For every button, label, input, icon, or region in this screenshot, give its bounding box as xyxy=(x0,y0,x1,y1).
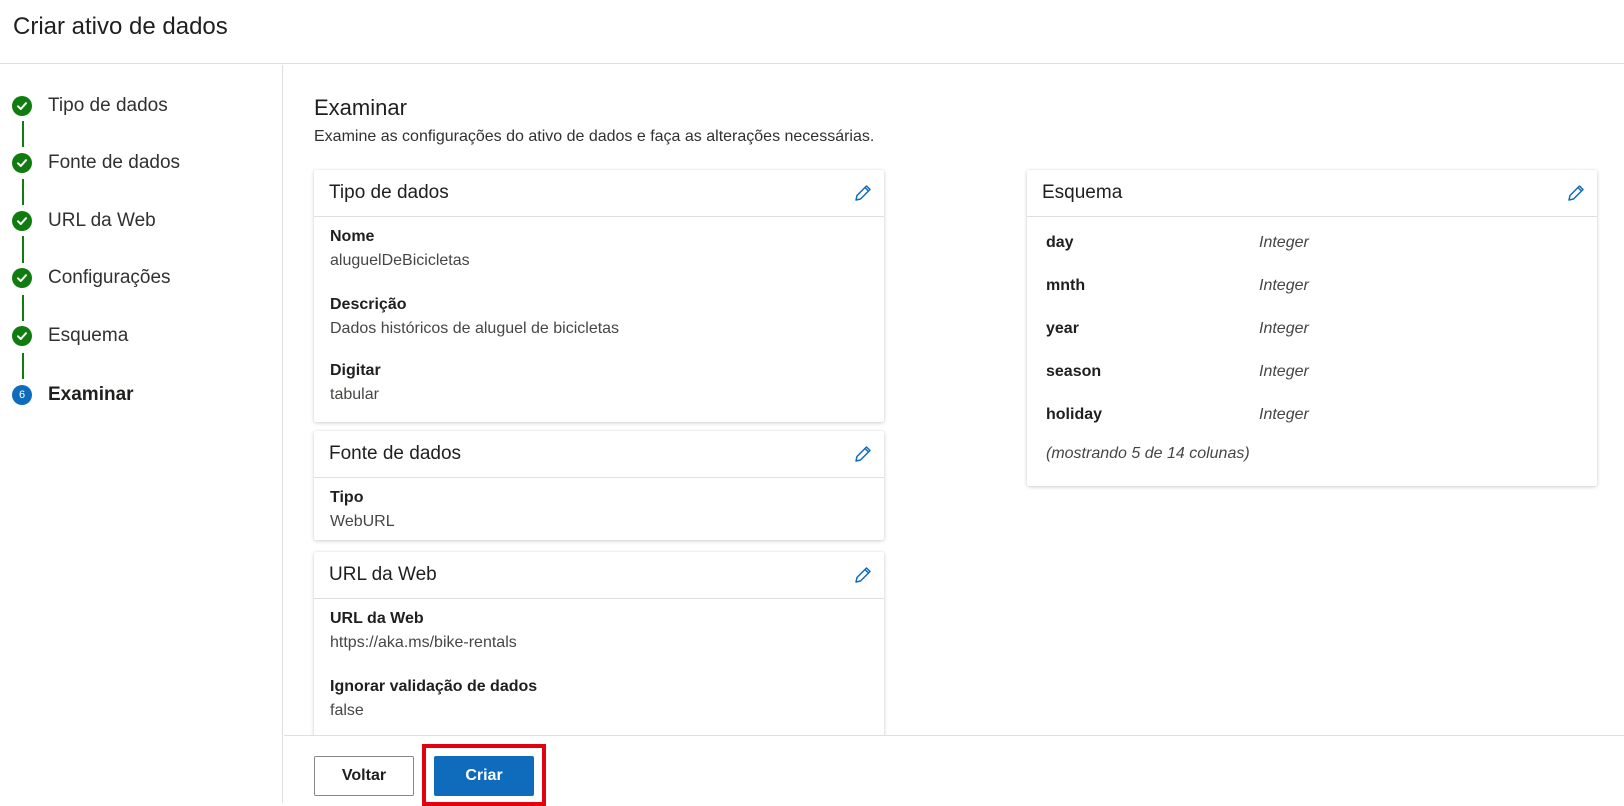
column-type: Integer xyxy=(1259,277,1309,294)
step-number-badge: 6 xyxy=(12,385,32,405)
step-label: URL da Web xyxy=(48,210,156,231)
field-label: Descrição xyxy=(330,296,407,313)
step-url-da-web[interactable]: URL da Web xyxy=(12,209,156,233)
card-data-source: Fonte de dados Tipo WebURL xyxy=(314,431,884,540)
review-panel: Examinar Examine as configurações do ati… xyxy=(284,65,1624,735)
checkmark-circle-icon xyxy=(12,211,32,231)
field-value: tabular xyxy=(330,386,379,403)
checkmark-circle-icon xyxy=(12,96,32,116)
checkmark-circle-icon xyxy=(12,268,32,288)
field-value: aluguelDeBicicletas xyxy=(330,252,470,269)
pencil-icon[interactable] xyxy=(1565,182,1587,204)
card-web-url: URL da Web URL da Web https://aka.ms/bik… xyxy=(314,552,884,735)
column-name: day xyxy=(1046,234,1074,251)
step-connector xyxy=(22,179,24,205)
card-header: URL da Web xyxy=(314,552,884,599)
schema-row: season Integer xyxy=(1046,363,1566,387)
pencil-icon[interactable] xyxy=(852,182,874,204)
step-examinar[interactable]: 6 Examinar xyxy=(12,383,134,407)
step-label: Examinar xyxy=(48,384,134,405)
card-title: URL da Web xyxy=(329,564,437,585)
schema-row: year Integer xyxy=(1046,320,1566,344)
field-label: Ignorar validação de dados xyxy=(330,678,538,695)
step-esquema[interactable]: Esquema xyxy=(12,324,128,348)
step-fonte-de-dados[interactable]: Fonte de dados xyxy=(12,151,180,175)
checkmark-circle-icon xyxy=(12,153,32,173)
field-label: Nome xyxy=(330,228,375,245)
page-header: Criar ativo de dados xyxy=(0,0,1624,64)
step-label: Configurações xyxy=(48,267,171,288)
checkmark-circle-icon xyxy=(12,326,32,346)
field-digitar: Digitar tabular xyxy=(330,362,381,404)
card-schema: Esquema day Integer mnth Integer year In… xyxy=(1027,170,1597,486)
card-data-type: Tipo de dados Nome aluguelDeBicicletas D… xyxy=(314,170,884,422)
step-connector xyxy=(22,236,24,263)
field-nome: Nome aluguelDeBicicletas xyxy=(330,228,470,270)
column-type: Integer xyxy=(1259,406,1309,423)
step-label: Tipo de dados xyxy=(48,95,168,116)
field-label: Digitar xyxy=(330,362,381,379)
step-connector xyxy=(22,121,24,147)
schema-columns-note: (mostrando 5 de 14 colunas) xyxy=(1046,445,1250,462)
field-tipo: Tipo WebURL xyxy=(330,489,395,531)
card-title: Tipo de dados xyxy=(329,182,449,203)
step-tipo-de-dados[interactable]: Tipo de dados xyxy=(12,94,168,118)
wizard-footer: Voltar Criar xyxy=(284,735,1624,806)
column-type: Integer xyxy=(1259,320,1309,337)
create-button[interactable]: Criar xyxy=(434,756,534,796)
field-value: false xyxy=(330,702,364,719)
column-name: mnth xyxy=(1046,277,1086,294)
pencil-icon[interactable] xyxy=(852,564,874,586)
field-value: Dados históricos de aluguel de bicicleta… xyxy=(330,320,620,337)
column-type: Integer xyxy=(1259,363,1309,380)
section-title: Examinar xyxy=(314,95,407,120)
field-label: Tipo xyxy=(330,489,364,506)
column-type: Integer xyxy=(1259,234,1309,251)
schema-row: day Integer xyxy=(1046,234,1566,258)
card-header: Tipo de dados xyxy=(314,170,884,217)
field-descricao: Descrição Dados históricos de aluguel de… xyxy=(330,296,619,338)
field-url-da-web: URL da Web https://aka.ms/bike-rentals xyxy=(330,610,517,652)
field-label: URL da Web xyxy=(330,610,424,627)
schema-row: holiday Integer xyxy=(1046,406,1566,430)
schema-row: mnth Integer xyxy=(1046,277,1566,301)
card-header: Esquema xyxy=(1027,170,1597,217)
pencil-icon[interactable] xyxy=(852,443,874,465)
card-title: Fonte de dados xyxy=(329,443,462,464)
column-name: season xyxy=(1046,363,1102,380)
step-label: Fonte de dados xyxy=(48,152,181,173)
page-title: Criar ativo de dados xyxy=(13,13,228,40)
field-value: https://aka.ms/bike-rentals xyxy=(330,634,517,651)
field-ignorar-validacao: Ignorar validação de dados false xyxy=(330,678,537,720)
step-connector xyxy=(22,295,24,321)
column-name: year xyxy=(1046,320,1079,337)
step-configuracoes[interactable]: Configurações xyxy=(12,266,171,290)
column-name: holiday xyxy=(1046,406,1103,423)
back-button[interactable]: Voltar xyxy=(314,756,414,796)
step-connector xyxy=(22,353,24,379)
section-subtitle: Examine as configurações do ativo de dad… xyxy=(314,128,875,145)
field-value: WebURL xyxy=(330,513,395,530)
card-title: Esquema xyxy=(1042,182,1123,203)
step-label: Esquema xyxy=(48,325,129,346)
wizard-steps: Tipo de dados Fonte de dados URL da Web … xyxy=(0,65,283,803)
card-header: Fonte de dados xyxy=(314,431,884,478)
